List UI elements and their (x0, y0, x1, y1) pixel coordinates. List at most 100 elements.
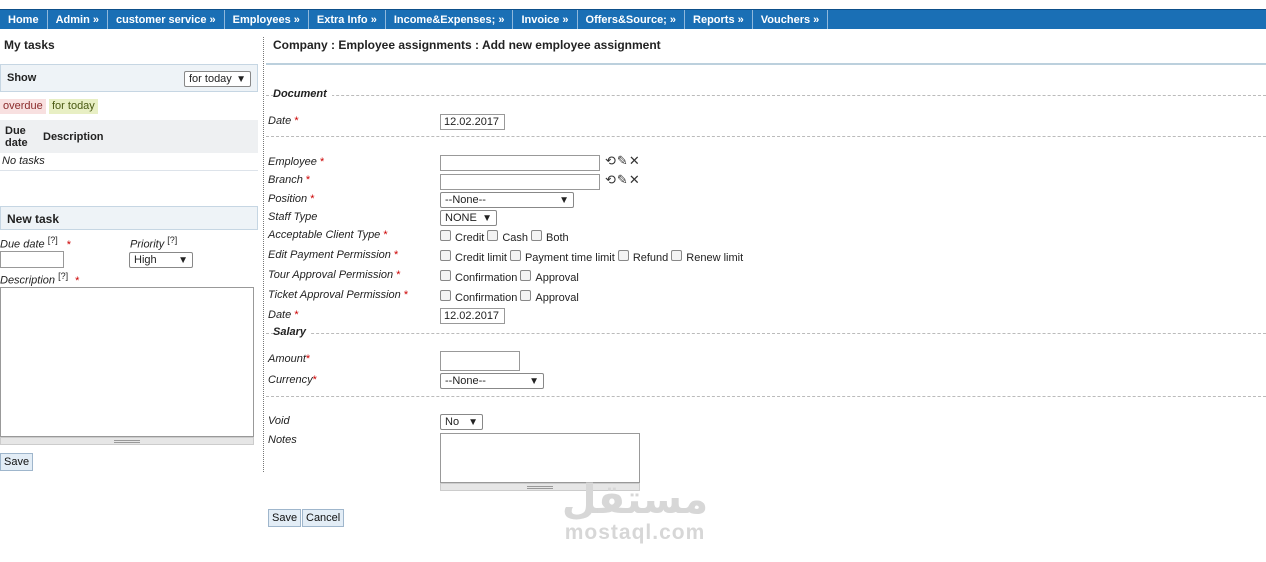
watermark-latin: mostaql.com (564, 521, 706, 544)
refresh-icon[interactable]: ⟲ (605, 153, 617, 168)
tour-permission-label-text: Tour Approval Permission (268, 269, 394, 281)
description-label-text: Description (0, 274, 56, 287)
notes-label: Notes (268, 434, 297, 446)
refund-checkbox[interactable] (617, 250, 629, 261)
payment-permission-label-text: Edit Payment Permission (268, 249, 391, 261)
position-select[interactable]: --None-- ▼ (440, 192, 574, 208)
tasks-table-header: Due date Description (0, 120, 258, 153)
chevron-down-icon: ▼ (559, 195, 569, 206)
position-label-text: Position (268, 193, 308, 205)
due-date-input[interactable] (0, 251, 64, 268)
watermark-arabic: مستقل (561, 477, 709, 523)
currency-select[interactable]: --None-- ▼ (440, 373, 544, 389)
employee-label-text: Employee (268, 156, 317, 168)
required-marker: * (403, 289, 409, 301)
nav-item-admin[interactable]: Admin » (48, 10, 108, 29)
nav-item-reports[interactable]: Reports » (685, 10, 753, 29)
amount-input[interactable] (440, 351, 520, 371)
required-marker: * (294, 115, 299, 127)
staff-type-select[interactable]: NONE ▼ (440, 210, 497, 226)
divider (266, 63, 1266, 65)
client-type-options: Credit Cash Both (440, 229, 572, 244)
void-select[interactable]: No ▼ (440, 414, 483, 430)
close-icon[interactable]: ✕ (629, 153, 641, 168)
ticket-permission-options: Confirmation Approval (440, 289, 582, 304)
employee-assignment-form: Company : Employee assignments : Add new… (266, 29, 1266, 562)
notes-textarea[interactable] (440, 433, 640, 483)
save-button[interactable]: Save (268, 509, 302, 527)
staff-type-label: Staff Type (268, 211, 318, 223)
payment-time-limit-checkbox[interactable] (509, 250, 521, 261)
both-checkbox[interactable] (531, 230, 543, 241)
due-date-label: Due date [?] * (0, 235, 71, 251)
cash-option-label: Cash (502, 232, 529, 244)
description-label: Description [?] * (0, 271, 79, 287)
required-marker: * (66, 238, 72, 251)
employee-input[interactable] (440, 155, 600, 171)
pencil-icon[interactable]: ✎ (617, 153, 629, 168)
nav-item-employees[interactable]: Employees » (225, 10, 309, 29)
priority-value: High (134, 254, 157, 266)
cancel-button[interactable]: Cancel (302, 509, 345, 527)
cash-checkbox[interactable] (487, 230, 499, 241)
chevron-down-icon: ▼ (529, 376, 539, 387)
both-option-label: Both (546, 232, 569, 244)
help-icon[interactable]: [?] (48, 235, 58, 245)
grip-icon (114, 440, 140, 443)
credit-option-label: Credit (455, 232, 485, 244)
tour-approval-checkbox[interactable] (520, 270, 532, 281)
overdue-filter-badge[interactable]: overdue (0, 99, 46, 114)
show-filter-value: for today (189, 73, 232, 85)
nav-item-income-expenses[interactable]: Income&Expenses; » (386, 10, 514, 29)
credit-limit-checkbox[interactable] (440, 250, 451, 261)
close-icon[interactable]: ✕ (629, 172, 641, 187)
today-filter-badge[interactable]: for today (49, 99, 98, 114)
credit-checkbox[interactable] (440, 230, 451, 241)
priority-select[interactable]: High ▼ (129, 252, 193, 268)
divider (266, 396, 1266, 397)
void-label: Void (268, 415, 290, 427)
breadcrumb: Company : Employee assignments : Add new… (273, 38, 661, 52)
show-filter-select[interactable]: for today ▼ (184, 71, 251, 87)
nav-item-vouchers[interactable]: Vouchers » (753, 10, 829, 29)
section-document: Document (266, 88, 1266, 102)
required-marker: * (393, 249, 399, 261)
renew-limit-checkbox[interactable] (671, 250, 683, 261)
refresh-icon[interactable]: ⟲ (605, 172, 617, 187)
description-textarea[interactable] (0, 287, 254, 437)
branch-input[interactable] (440, 174, 600, 190)
chevron-down-icon: ▼ (468, 417, 478, 428)
ticket-permission-label-text: Ticket Approval Permission (268, 289, 401, 301)
void-value: No (445, 416, 460, 428)
tour-confirmation-checkbox[interactable] (440, 270, 451, 281)
amount-label: Amount* (268, 353, 310, 365)
date-input[interactable]: 12.02.2017 (440, 114, 505, 130)
help-icon[interactable]: [?] (167, 235, 177, 245)
position-value: --None-- (445, 194, 486, 206)
ticket-approval-checkbox[interactable] (520, 290, 532, 301)
date-2-label: Date * (268, 309, 299, 321)
nav-item-extra-info[interactable]: Extra Info » (309, 10, 386, 29)
nav-item-customer-service[interactable]: customer service » (108, 10, 225, 29)
help-icon[interactable]: [?] (58, 271, 68, 281)
ticket-confirmation-option-label: Confirmation (455, 292, 518, 304)
amount-label-text: Amount (268, 353, 306, 365)
ticket-permission-label: Ticket Approval Permission * (268, 289, 408, 301)
nav-item-offers-source[interactable]: Offers&Source; » (578, 10, 686, 29)
required-marker: * (383, 229, 388, 241)
new-task-save-button[interactable]: Save (0, 453, 34, 471)
payment-permission-options: Credit limit Payment time limit Refund R… (440, 249, 746, 264)
section-salary: Salary (266, 326, 1266, 340)
watermark-logo: مستقل mostaql.com (540, 478, 730, 544)
divider (0, 170, 258, 171)
column-header-due-date: Due date (5, 125, 28, 149)
required-marker: * (75, 274, 80, 287)
ticket-confirmation-checkbox[interactable] (440, 290, 451, 301)
nav-item-invoice[interactable]: Invoice » (513, 10, 578, 29)
position-label: Position * (268, 193, 314, 205)
required-marker: * (305, 174, 311, 186)
nav-item-home[interactable]: Home (0, 10, 48, 29)
date-2-input[interactable]: 12.02.2017 (440, 308, 505, 324)
pencil-icon[interactable]: ✎ (617, 172, 629, 187)
resize-handle[interactable] (0, 437, 254, 445)
